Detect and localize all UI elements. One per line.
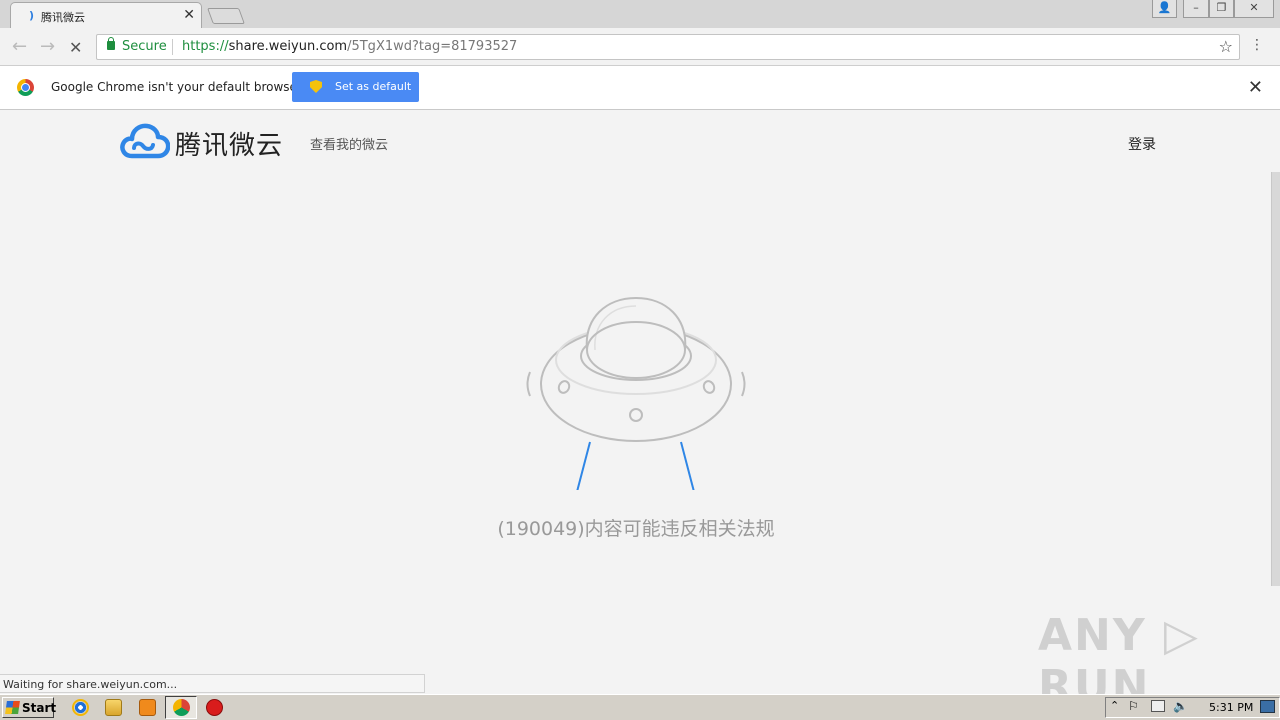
error-message: (190049)内容可能违反相关法规	[497, 518, 775, 540]
weiyun-cloud-logo-icon[interactable]	[120, 122, 170, 160]
system-tray: ⌃ ⚐ 🔈	[1105, 697, 1280, 718]
default-browser-infobar: Google Chrome isn't your default browser…	[0, 66, 1280, 110]
chrome-menu-icon[interactable]: ⋮	[1250, 37, 1264, 53]
windows-taskbar: Start ⌃ ⚐ 🔈 5:31 PM	[0, 694, 1280, 720]
start-button[interactable]: Start	[2, 697, 57, 718]
minimize-button[interactable]: –	[1183, 0, 1209, 18]
infobar-close-icon[interactable]: ✕	[1248, 77, 1263, 98]
show-desktop-icon[interactable]	[1260, 700, 1275, 713]
set-as-default-label: Set as default	[335, 80, 412, 93]
omnibox-divider	[172, 39, 173, 55]
weiyun-favicon-icon: )	[29, 9, 35, 22]
volume-icon[interactable]: 🔈	[1173, 699, 1188, 713]
taskbar-clock[interactable]: 5:31 PM	[1209, 701, 1253, 714]
maximize-button[interactable]: ❐	[1209, 0, 1234, 18]
tab-title: 腾讯微云	[41, 11, 85, 24]
back-button[interactable]: ←	[12, 36, 27, 57]
forward-button[interactable]: →	[40, 36, 55, 57]
internet-explorer-icon[interactable]	[72, 699, 89, 716]
file-explorer-icon[interactable]	[105, 699, 122, 716]
url-text[interactable]: https://share.weiyun.com/5TgX1wd?tag=817…	[182, 39, 517, 54]
page-content: 腾讯微云 查看我的微云 登录 (190049)内容可能违反相关法规 ANY ▷ …	[0, 110, 1280, 712]
action-center-flag-icon[interactable]: ⚐	[1128, 699, 1139, 713]
set-as-default-button[interactable]: Set as default	[292, 72, 419, 102]
ufo-illustration-icon	[526, 296, 746, 490]
logo-text[interactable]: 腾讯微云	[175, 125, 283, 162]
windows-flag-icon	[5, 701, 20, 714]
browser-tab[interactable]: ) 腾讯微云 ✕	[10, 2, 202, 29]
infobar-message: Google Chrome isn't your default browser	[51, 80, 302, 94]
title-bar: ) 腾讯微云 ✕ 👤 – ❐ ✕	[0, 0, 1280, 29]
lock-icon	[107, 37, 115, 50]
chrome-taskbar-icon	[173, 699, 190, 716]
page-scrollbar[interactable]	[1271, 172, 1280, 586]
profile-icon[interactable]: 👤	[1152, 0, 1177, 18]
chrome-taskbar-button[interactable]	[165, 696, 197, 719]
stop-sign-icon[interactable]	[206, 699, 223, 716]
new-tab-button[interactable]	[207, 8, 245, 24]
address-bar[interactable]: Secure https://share.weiyun.com/5TgX1wd?…	[96, 34, 1240, 60]
window-close-button[interactable]: ✕	[1234, 0, 1274, 18]
browser-toolbar: ← → ✕ Secure https://share.weiyun.com/5T…	[0, 28, 1280, 66]
shield-icon	[310, 80, 322, 93]
show-hidden-icons-icon[interactable]: ⌃	[1110, 699, 1119, 712]
network-icon[interactable]	[1151, 700, 1165, 712]
chrome-logo-icon	[17, 79, 34, 96]
tab-close-icon[interactable]: ✕	[183, 7, 195, 23]
view-my-weiyun-link[interactable]: 查看我的微云	[310, 134, 388, 153]
login-link[interactable]: 登录	[1128, 134, 1156, 154]
status-bubble: Waiting for share.weiyun.com...	[0, 674, 425, 693]
media-player-icon[interactable]	[139, 699, 156, 716]
bookmark-star-icon[interactable]: ☆	[1219, 37, 1233, 56]
start-label: Start	[22, 701, 57, 715]
stop-loading-button[interactable]: ✕	[69, 38, 82, 57]
secure-label: Secure	[122, 39, 167, 54]
